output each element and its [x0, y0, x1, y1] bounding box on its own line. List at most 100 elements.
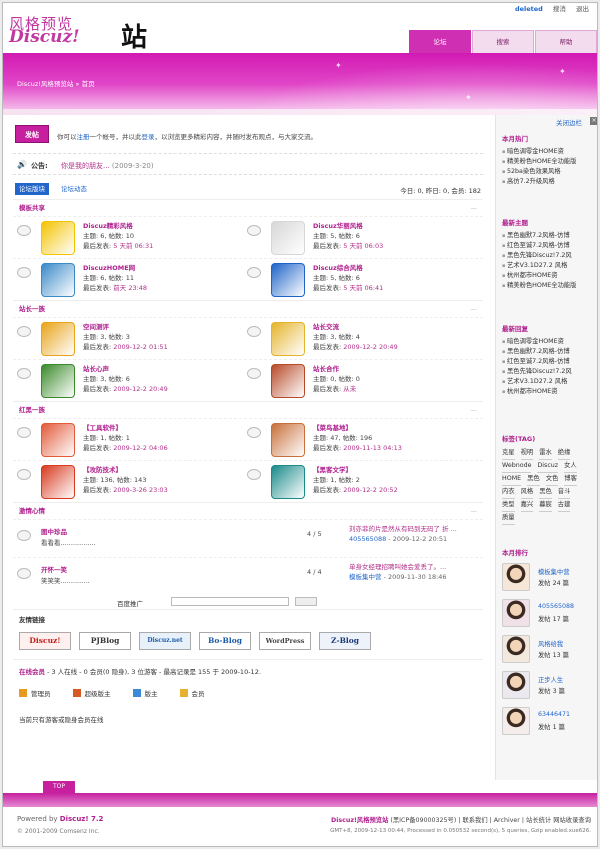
forum-item[interactable]: 站长心声 主题: 3, 帖数: 6 最后发表: 2009-12-2 20:49: [13, 362, 243, 400]
tag-link[interactable]: 绝缘: [557, 447, 571, 460]
sidebar-list-item[interactable]: 杭州都市HOME资: [502, 387, 594, 397]
forum-item[interactable]: 站长合作 主题: 0, 帖数: 0 最后发表: 从未: [243, 362, 473, 400]
sidebar-list-item[interactable]: 高仿7.2升级风格: [502, 177, 594, 187]
tag-link[interactable]: 文色: [545, 473, 559, 486]
rank-name[interactable]: 正步人生: [538, 675, 563, 684]
forum-name[interactable]: 空间测评: [83, 322, 168, 332]
sidebar-list-item[interactable]: 精美粉色HOME全功能版: [502, 157, 594, 167]
tab-forums[interactable]: 论坛版块: [15, 183, 49, 195]
sidebar-list-item[interactable]: 黑色幽默7.2风格-仿博: [502, 231, 594, 241]
announcement-text[interactable]: 你是我的朋友... (2009-3-20): [61, 161, 154, 171]
close-sidebar-link[interactable]: 关闭边栏: [556, 117, 582, 127]
powered-link[interactable]: Discuz! 7.2: [60, 815, 104, 823]
last-post-time[interactable]: 2009-12-2 20:49: [343, 343, 397, 351]
newspaper-icon[interactable]: [271, 221, 305, 255]
last-post-time[interactable]: 2009-3-26 23:03: [113, 486, 167, 494]
online-title[interactable]: 在线会员: [19, 668, 45, 676]
category-title[interactable]: 激情心情 —: [13, 503, 483, 519]
flower-icon[interactable]: [41, 423, 75, 457]
sidebar-list-item[interactable]: 精美粉色HOME全功能版: [502, 281, 594, 291]
tag-link[interactable]: 雷水: [539, 447, 552, 460]
last-post-title[interactable]: 单身女经理招聘叫她会爱丢了。...: [349, 562, 479, 572]
forum-name[interactable]: Discuz综合风格: [313, 263, 383, 273]
last-post-time[interactable]: 前天 23:48: [113, 284, 147, 292]
logout-link[interactable]: 退出: [576, 5, 589, 13]
sidebar-list-item[interactable]: 黑色先锋Discuz!7.2风: [502, 367, 594, 377]
friend-link-boblog[interactable]: Bo-Blog: [199, 632, 251, 650]
forum-name[interactable]: 【黑客文学】: [313, 465, 398, 475]
flash-icon[interactable]: [271, 364, 305, 398]
footer-link-list[interactable]: (黑ICP备09000325号) | 联系我们 | Archiver | 站长统…: [388, 817, 591, 824]
friend-link-zblog[interactable]: Z-Blog: [319, 632, 371, 650]
sidebar-list-item[interactable]: 黑色幽默7.2风格-仿博: [502, 347, 594, 357]
forum-name[interactable]: 【菜鸟基地】: [313, 423, 402, 433]
avatar[interactable]: [502, 635, 530, 663]
collapse-icon[interactable]: —: [471, 402, 478, 418]
last-post-time[interactable]: 2009-12-2 20:52: [343, 486, 397, 494]
last-post-time[interactable]: 2009-12-2 01:51: [113, 343, 167, 351]
forum-item[interactable]: Discuz综合风格 主题: 5, 帖数: 6 最后发表: 5 天前 06:41: [243, 261, 473, 299]
tab-activity[interactable]: 论坛动态: [57, 183, 91, 195]
tag-link[interactable]: 女人: [564, 460, 577, 473]
bloom-icon[interactable]: [41, 465, 75, 499]
avatar[interactable]: [502, 563, 530, 591]
smiley-icon[interactable]: [41, 221, 75, 255]
sidebar-list-item[interactable]: 红色至诚7.2风格-仿博: [502, 241, 594, 251]
nav-search[interactable]: 搜索: [472, 30, 534, 53]
last-post-time[interactable]: 2009-12-2 20:49: [113, 385, 167, 393]
tag-link[interactable]: Webnode: [502, 460, 532, 473]
tag-link[interactable]: 质量: [502, 512, 515, 525]
avatar[interactable]: [502, 707, 530, 735]
last-post-time[interactable]: 从未: [343, 385, 356, 393]
announcement-title[interactable]: 你是我的朋友...: [61, 162, 110, 170]
rank-name[interactable]: 405565088: [538, 603, 574, 610]
forum-name[interactable]: 【攻防技术】: [83, 465, 168, 475]
collapse-icon[interactable]: —: [471, 200, 478, 216]
cursor-icon[interactable]: [271, 465, 305, 499]
username-link[interactable]: deleted: [515, 5, 543, 13]
category-title[interactable]: 模板共享 —: [13, 200, 483, 216]
tag-link[interactable]: HOME: [502, 473, 522, 486]
forum-name[interactable]: 图中珍品: [41, 526, 67, 536]
tag-link[interactable]: 黑色: [539, 486, 552, 499]
login-link[interactable]: 登录: [142, 133, 155, 141]
forum-item[interactable]: 站长交流 主题: 3, 帖数: 4 最后发表: 2009-12-2 20:49: [243, 320, 473, 358]
ad-search-input[interactable]: [171, 597, 289, 606]
forum-name[interactable]: 站长心声: [83, 364, 168, 374]
forum-name[interactable]: Discuz华丽风格: [313, 221, 383, 231]
last-post-time[interactable]: 5 天前 06:31: [113, 242, 153, 250]
collapse-icon[interactable]: —: [471, 503, 478, 519]
last-post-time[interactable]: 5 天前 06:41: [343, 284, 383, 292]
last-post-user[interactable]: 405565088: [349, 535, 386, 543]
windows-icon[interactable]: [41, 322, 75, 356]
forum-name[interactable]: 站长合作: [313, 364, 360, 374]
forum-item[interactable]: 空间测评 主题: 3, 帖数: 3 最后发表: 2009-12-2 01:51: [13, 320, 243, 358]
register-link[interactable]: 注册: [77, 133, 90, 141]
category-title[interactable]: 站长一族 —: [13, 301, 483, 317]
last-post-user[interactable]: 模板集中营: [349, 573, 382, 581]
forum-item[interactable]: Discuz精彩风格 主题: 6, 帖数: 10 最后发表: 5 天前 06:31: [13, 219, 243, 257]
last-post-title[interactable]: 刘亦菲的片是然从有码到无码了 折 ...: [349, 524, 479, 534]
rank-name[interactable]: 模板集中营: [538, 567, 569, 576]
forum-name[interactable]: 【工具软件】: [83, 423, 168, 433]
last-post-time[interactable]: 2009-12-2 04:06: [113, 444, 167, 452]
last-post-time[interactable]: 5 天前 06:03: [343, 242, 383, 250]
sidebar-list-item[interactable]: 黑色先锋Discuz!7.2风: [502, 251, 594, 261]
friend-link-pjblog[interactable]: PJBlog: [79, 632, 131, 650]
ad-search-button[interactable]: [295, 597, 317, 606]
category-title[interactable]: 红黑一族 —: [13, 402, 483, 418]
tag-link[interactable]: 内衣: [502, 486, 515, 499]
tag-link[interactable]: 类型: [502, 499, 515, 512]
nav-forum[interactable]: 论坛: [409, 30, 471, 53]
friend-link-discuz[interactable]: Discuz!: [19, 632, 71, 650]
collapse-icon[interactable]: —: [471, 301, 478, 317]
check-icon[interactable]: [41, 364, 75, 398]
forum-name[interactable]: DiscuzHOME网: [83, 263, 147, 273]
tag-link[interactable]: 暮宸: [539, 499, 552, 512]
search-link[interactable]: 搜消: [553, 5, 566, 13]
forum-item[interactable]: 【黑客文学】 主题: 1, 帖数: 2 最后发表: 2009-12-2 20:52: [243, 463, 473, 501]
close-icon[interactable]: ×: [590, 117, 597, 125]
forum-name[interactable]: Discuz精彩风格: [83, 221, 153, 231]
new-post-button[interactable]: 发帖: [15, 125, 49, 143]
last-post-time[interactable]: 2009-11-13 04:13: [343, 444, 402, 452]
